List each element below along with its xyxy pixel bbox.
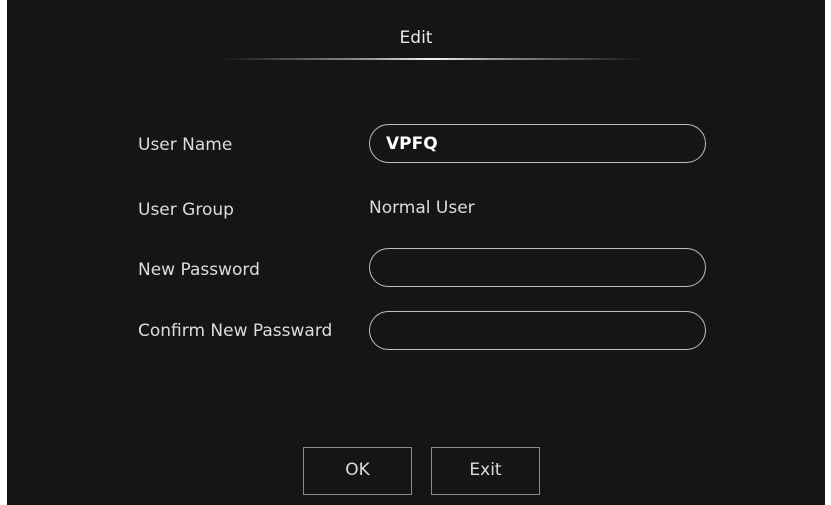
user-group-value: Normal User <box>369 198 475 218</box>
new-password-label: New Password <box>138 260 260 280</box>
dialog-title: Edit <box>399 28 433 48</box>
ok-button[interactable]: OK <box>303 447 412 495</box>
user-name-label: User Name <box>138 135 233 155</box>
user-name-input[interactable] <box>369 124 706 163</box>
new-password-input[interactable] <box>369 248 706 287</box>
exit-button[interactable]: Exit <box>431 447 540 495</box>
confirm-password-input[interactable] <box>369 311 706 350</box>
confirm-password-label: Confirm New Passward <box>138 321 333 341</box>
edit-user-dialog: Edit User Name User Group Normal User Ne… <box>7 0 825 505</box>
user-group-label: User Group <box>138 200 234 220</box>
title-divider <box>222 58 642 60</box>
